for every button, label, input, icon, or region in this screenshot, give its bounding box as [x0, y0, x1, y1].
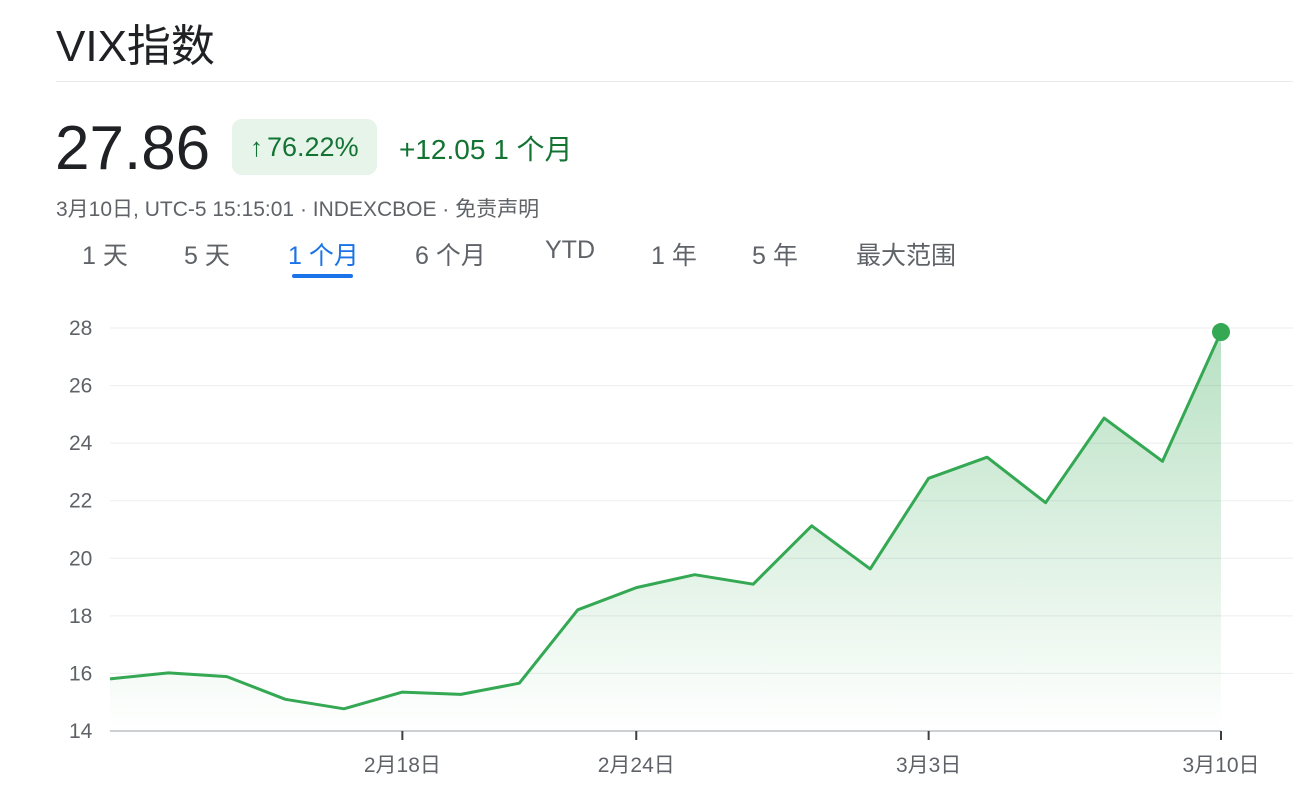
header-divider [56, 81, 1293, 82]
last-data-point [1212, 323, 1230, 342]
tab-1-year[interactable]: 1 年 [651, 236, 697, 272]
y-tick-label: 22 [69, 490, 92, 513]
x-axis-ticks: 2月18日 2月24日 3月3日 3月10日 [364, 731, 1260, 777]
area-fill [110, 332, 1221, 731]
change-percent: 76.22% [267, 131, 359, 162]
current-price: 27.86 [55, 114, 211, 183]
tab-max[interactable]: 最大范围 [856, 236, 956, 272]
x-tick-label: 3月10日 [1182, 754, 1259, 777]
y-tick-label: 24 [69, 432, 93, 455]
tab-5-day[interactable]: 5 天 [184, 236, 230, 272]
y-tick-label: 18 [69, 605, 92, 628]
data-points [1212, 323, 1230, 342]
tab-ytd[interactable]: YTD [545, 236, 595, 265]
y-tick-label: 28 [69, 317, 92, 340]
x-tick-label: 2月24日 [598, 754, 675, 777]
arrow-up-icon: ↑ [250, 131, 263, 162]
change-percent-badge: ↑ 76.22% [232, 119, 377, 175]
y-tick-label: 16 [69, 662, 92, 685]
y-tick-label: 26 [69, 375, 92, 398]
tab-1-month[interactable]: 1 个月 [288, 236, 359, 272]
x-tick-label: 3月3日 [896, 754, 961, 777]
change-absolute: +12.05 1 个月 [399, 134, 573, 165]
y-axis-labels: 14 16 18 20 22 24 26 28 [69, 317, 93, 743]
quote-meta: 3月10日, UTC-5 15:15:01 · INDEXCBOE · 免责声明 [56, 198, 540, 221]
page-title: VIX指数 [56, 22, 215, 71]
y-tick-label: 14 [69, 720, 93, 743]
x-tick-label: 2月18日 [364, 754, 441, 777]
y-tick-label: 20 [69, 547, 92, 570]
active-tab-indicator [292, 274, 353, 278]
tab-6-month[interactable]: 6 个月 [415, 236, 486, 272]
tab-1-day[interactable]: 1 天 [82, 236, 128, 272]
tab-5-year[interactable]: 5 年 [752, 236, 798, 272]
vix-area-chart[interactable]: 14 16 18 20 22 24 26 28 2月18日 2月24日 3月3日 3月10日 [0, 300, 1293, 787]
time-range-tabs: 1 天 5 天 1 个月 6 个月 YTD 1 年 5 年 最大范围 [56, 236, 1016, 280]
